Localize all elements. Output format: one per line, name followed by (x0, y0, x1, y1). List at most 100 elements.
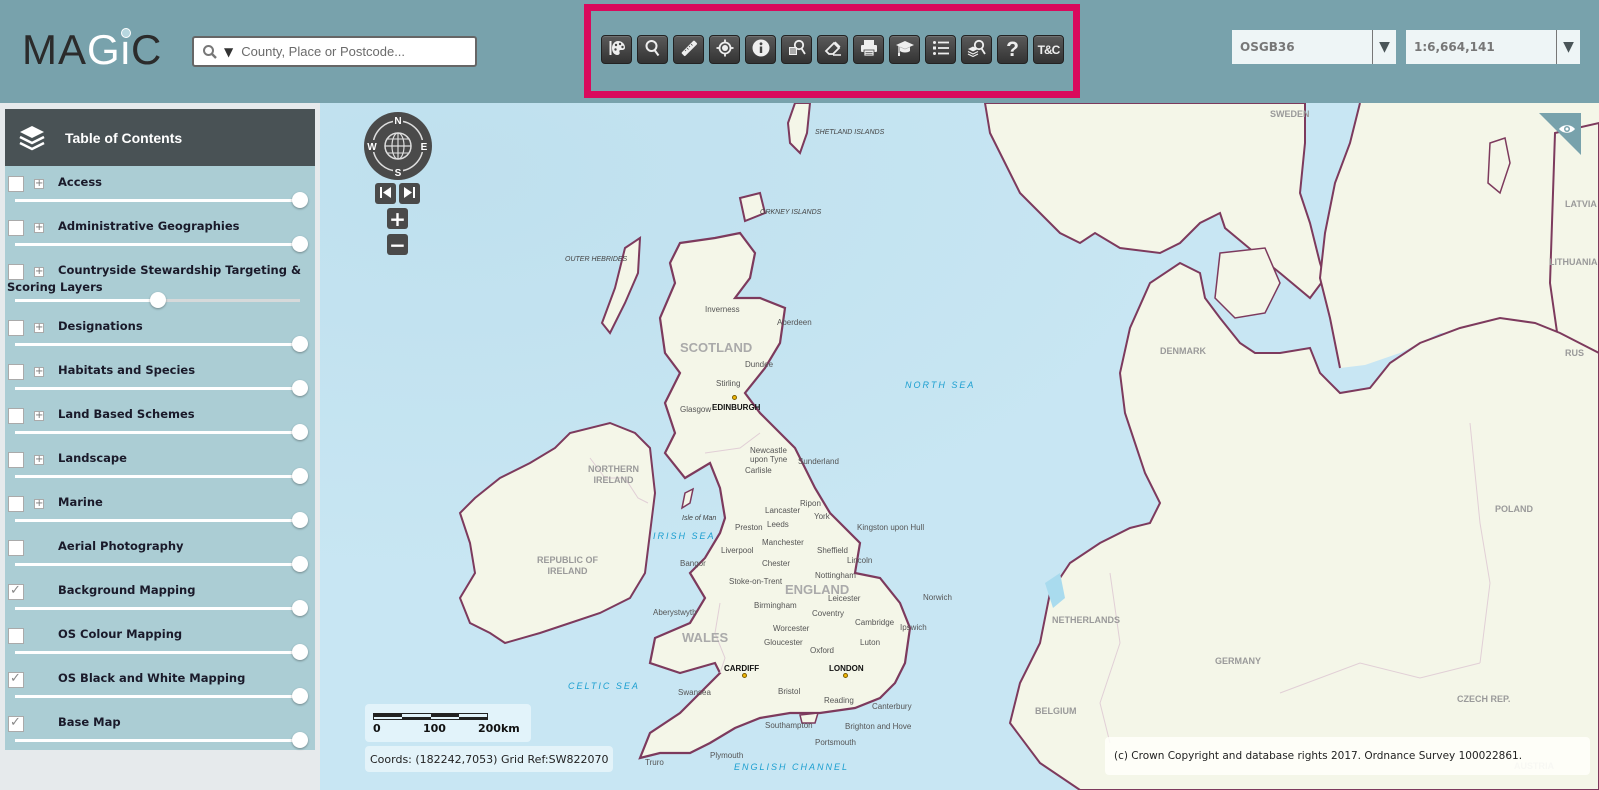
layer-opacity-slider[interactable] (15, 336, 308, 352)
toc-layer-item: + Access (5, 166, 315, 210)
layer-opacity-slider[interactable] (15, 644, 308, 660)
search-tool-button[interactable] (637, 35, 668, 64)
slider-thumb[interactable] (292, 192, 308, 208)
print-tool-button[interactable] (853, 35, 884, 64)
slider-thumb[interactable] (292, 380, 308, 396)
scale-select[interactable]: 1:6,664,141 ▼ (1406, 30, 1580, 64)
label-aberdeen: Aberdeen (777, 318, 812, 327)
label-lincoln: Lincoln (847, 556, 873, 565)
layer-visibility-checkbox[interactable] (8, 320, 24, 336)
map-canvas[interactable]: SHETLAND ISLANDS ORKNEY ISLANDS OUTER HE… (320, 103, 1599, 790)
layer-opacity-slider[interactable] (15, 292, 300, 308)
layer-opacity-slider[interactable] (15, 688, 308, 704)
layer-opacity-slider[interactable] (15, 556, 308, 572)
expand-icon[interactable]: + (34, 455, 44, 465)
slider-thumb[interactable] (292, 424, 308, 440)
list-icon (931, 38, 951, 62)
slider-thumb[interactable] (292, 688, 308, 704)
next-extent-button[interactable] (399, 183, 420, 204)
compass-east[interactable]: E (421, 142, 428, 153)
legend-tool-button[interactable] (925, 35, 956, 64)
scale-bar-graphic (373, 713, 488, 720)
identify-tool-button[interactable] (745, 35, 776, 64)
scale-label-100: 100 (423, 722, 446, 735)
layer-opacity-slider[interactable] (15, 380, 308, 396)
chevron-down-icon[interactable]: ▼ (1372, 30, 1396, 64)
label-ripon: Ripon (800, 499, 821, 508)
location-search-input[interactable] (241, 44, 462, 59)
layer-visibility-checkbox[interactable] (8, 176, 24, 192)
expand-icon[interactable]: + (34, 411, 44, 421)
layer-visibility-checkbox[interactable] (8, 220, 24, 236)
logo-text-i: i (120, 26, 132, 73)
zoom-out-button[interactable]: − (387, 233, 408, 257)
zoom-in-button[interactable]: + (387, 207, 408, 231)
layer-visibility-checkbox[interactable] (8, 715, 24, 732)
terms-tool-button[interactable]: T&C (1033, 35, 1064, 64)
compass-west[interactable]: W (367, 142, 377, 153)
crosshair-icon (715, 38, 735, 62)
toolbar: ? T&C (601, 35, 1064, 64)
expand-icon[interactable]: + (34, 499, 44, 509)
layer-visibility-checkbox[interactable] (8, 583, 24, 600)
locate-tool-button[interactable] (709, 35, 740, 64)
layer-visibility-checkbox[interactable] (8, 671, 24, 688)
scale-label-0: 0 (373, 722, 381, 735)
label-northern-ireland: NORTHERN IRELAND (588, 464, 639, 485)
layer-visibility-checkbox[interactable] (8, 540, 24, 556)
layer-label: Marine (58, 495, 103, 509)
compass-north[interactable]: N (394, 116, 401, 127)
label-norwich: Norwich (923, 593, 952, 602)
chevron-down-icon[interactable]: ▼ (1556, 30, 1580, 64)
layer-opacity-slider[interactable] (15, 236, 308, 252)
expand-icon[interactable]: + (34, 223, 44, 233)
slider-thumb[interactable] (292, 336, 308, 352)
layer-visibility-checkbox[interactable] (8, 452, 24, 468)
label-southampton: Southampton (765, 721, 813, 730)
search-type-dropdown[interactable]: ▼ (224, 45, 233, 59)
compass-pan-control[interactable]: N S W E (364, 112, 432, 180)
label-plymouth: Plymouth (710, 751, 744, 760)
layer-search-tool-button[interactable] (961, 35, 992, 64)
slider-thumb[interactable] (292, 644, 308, 660)
logo-text-c: C (131, 26, 163, 73)
slider-thumb[interactable] (149, 292, 166, 308)
help-guide-tool-button[interactable] (889, 35, 920, 64)
toc-title: Table of Contents (65, 129, 183, 146)
previous-extent-button[interactable] (375, 183, 396, 204)
expand-icon[interactable]: + (34, 179, 44, 189)
slider-thumb[interactable] (292, 236, 308, 252)
layer-opacity-slider[interactable] (15, 512, 308, 528)
slider-thumb[interactable] (292, 600, 308, 616)
label-bangor: Bangor (680, 559, 706, 568)
slider-thumb[interactable] (292, 556, 308, 572)
search-icon[interactable] (202, 44, 218, 60)
layer-opacity-slider[interactable] (15, 192, 308, 208)
layer-opacity-slider[interactable] (15, 468, 308, 484)
layer-visibility-checkbox[interactable] (8, 496, 24, 512)
clear-tool-button[interactable] (817, 35, 848, 64)
layer-opacity-slider[interactable] (15, 424, 308, 440)
map-legend-toggle[interactable] (1539, 113, 1581, 155)
skip-back-icon (379, 184, 392, 203)
expand-icon[interactable]: + (34, 367, 44, 377)
coordinate-readout: Coords: (182242,7053) Grid Ref:SW822070 (365, 746, 614, 772)
layer-visibility-checkbox[interactable] (8, 628, 24, 644)
query-tool-button[interactable] (781, 35, 812, 64)
compass-south[interactable]: S (395, 168, 402, 179)
projection-select[interactable]: OSGB36 ▼ (1232, 30, 1396, 64)
label-netherlands: NETHERLANDS (1052, 615, 1121, 625)
help-tool-button[interactable]: ? (997, 35, 1028, 64)
layer-visibility-checkbox[interactable] (8, 408, 24, 424)
style-tool-button[interactable] (601, 35, 632, 64)
layer-visibility-checkbox[interactable] (8, 364, 24, 380)
label-stirling: Stirling (716, 379, 741, 388)
slider-thumb[interactable] (292, 732, 308, 748)
slider-thumb[interactable] (292, 468, 308, 484)
expand-icon[interactable]: + (34, 323, 44, 333)
layer-label: Countryside Stewardship Targeting & Scor… (7, 263, 301, 294)
slider-thumb[interactable] (292, 512, 308, 528)
layer-opacity-slider[interactable] (15, 732, 308, 748)
layer-opacity-slider[interactable] (15, 600, 308, 616)
measure-tool-button[interactable] (673, 35, 704, 64)
